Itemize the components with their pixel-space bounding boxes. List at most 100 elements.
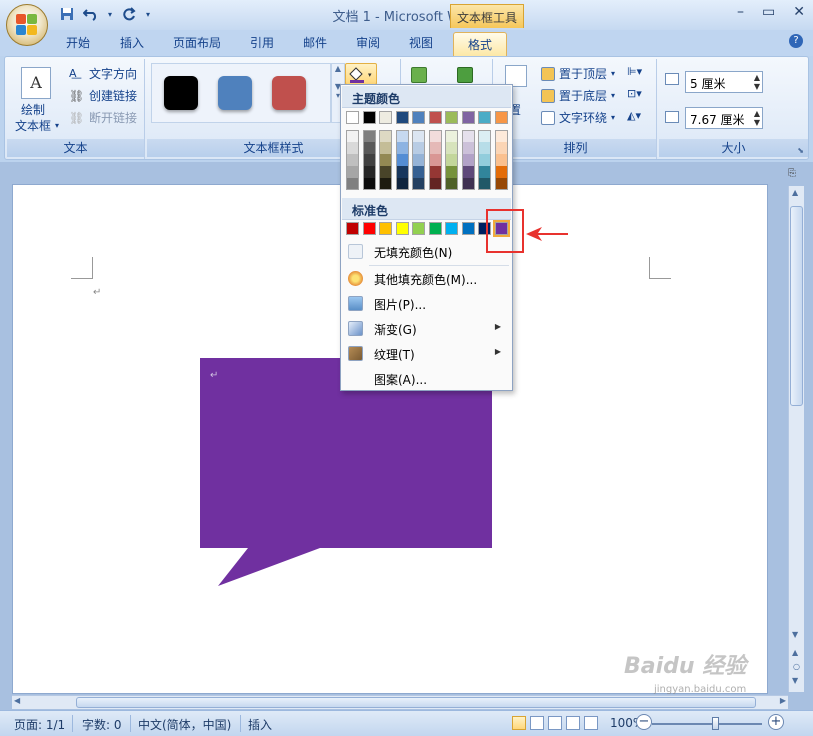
status-page[interactable]: 页面: 1/1	[14, 716, 65, 733]
theme-shade-swatch[interactable]	[478, 166, 491, 178]
customize-qat-icon[interactable]: ▾	[144, 6, 152, 22]
theme-shade-swatch[interactable]	[478, 142, 491, 154]
theme-color-swatch[interactable]	[412, 111, 425, 124]
scroll-down-icon[interactable]: ▼	[792, 630, 798, 639]
minimize-icon[interactable]: –	[737, 4, 744, 20]
horizontal-scroll-thumb[interactable]	[76, 697, 756, 708]
status-language[interactable]: 中文(简体，中国)	[138, 716, 231, 733]
save-icon[interactable]	[58, 6, 76, 22]
theme-shade-swatch[interactable]	[478, 178, 491, 190]
theme-color-swatch[interactable]	[428, 111, 442, 124]
scroll-left-icon[interactable]: ◀	[14, 696, 20, 705]
theme-shade-swatch[interactable]	[445, 130, 458, 142]
maximize-icon[interactable]: ▭	[762, 4, 775, 20]
theme-shade-swatch[interactable]	[428, 142, 442, 154]
create-link-button[interactable]: ⛓ 创建链接	[69, 87, 137, 104]
more-colors-item[interactable]: 其他填充颜色(M)...	[342, 266, 511, 291]
next-page-icon[interactable]: ▼	[792, 676, 798, 685]
draw-textbox-icon[interactable]: A	[21, 67, 51, 99]
theme-shade-swatch[interactable]	[478, 154, 491, 166]
theme-shade-swatch[interactable]	[346, 130, 359, 142]
close-icon[interactable]: ✕	[793, 4, 805, 20]
shadow-effects-icon[interactable]	[411, 67, 427, 83]
standard-color-swatch[interactable]	[395, 222, 409, 235]
pattern-item[interactable]: 图案(A)...	[342, 366, 511, 391]
theme-shade-swatch[interactable]	[412, 166, 425, 178]
tab-format[interactable]: 格式	[453, 32, 508, 56]
shape-fill-button[interactable]: ▾	[345, 63, 377, 85]
theme-shade-swatch[interactable]	[445, 154, 458, 166]
standard-color-swatch[interactable]	[362, 222, 376, 235]
theme-shade-swatch[interactable]	[428, 166, 442, 178]
send-to-back-button[interactable]: 置于底层 ▾	[541, 87, 615, 104]
undo-dropdown-icon[interactable]: ▾	[106, 6, 114, 22]
zoom-in-icon[interactable]: +	[768, 714, 784, 730]
theme-shade-swatch[interactable]	[445, 142, 458, 154]
scroll-right-icon[interactable]: ▶	[780, 696, 786, 705]
theme-shade-swatch[interactable]	[395, 154, 409, 166]
style-swatch-blue[interactable]	[218, 76, 252, 110]
theme-shade-swatch[interactable]	[412, 178, 425, 190]
theme-shade-swatch[interactable]	[461, 154, 475, 166]
theme-shade-swatch[interactable]	[346, 166, 359, 178]
theme-shade-swatch[interactable]	[494, 178, 508, 190]
standard-color-swatch[interactable]	[461, 222, 475, 235]
tab-page-layout[interactable]: 页面布局	[173, 34, 221, 51]
theme-color-swatch[interactable]	[362, 111, 376, 124]
theme-color-swatch[interactable]	[445, 111, 458, 124]
redo-icon[interactable]	[120, 6, 138, 22]
theme-shade-swatch[interactable]	[461, 130, 475, 142]
theme-color-swatch[interactable]	[461, 111, 475, 124]
standard-color-swatch[interactable]	[379, 222, 392, 235]
zoom-out-icon[interactable]: −	[636, 714, 652, 730]
group-objects-icon[interactable]: ⊡▾	[627, 87, 642, 100]
3d-effects-icon[interactable]	[457, 67, 473, 83]
scroll-up-icon[interactable]: ▲	[792, 188, 798, 197]
theme-shade-swatch[interactable]	[461, 142, 475, 154]
zoom-slider-thumb[interactable]	[712, 717, 719, 730]
theme-shade-swatch[interactable]	[395, 130, 409, 142]
theme-shade-swatch[interactable]	[362, 142, 376, 154]
theme-shade-swatch[interactable]	[395, 166, 409, 178]
tab-references[interactable]: 引用	[250, 34, 274, 51]
style-swatch-black[interactable]	[164, 76, 198, 110]
theme-shade-swatch[interactable]	[362, 166, 376, 178]
standard-color-swatch[interactable]	[445, 222, 458, 235]
theme-shade-swatch[interactable]	[461, 178, 475, 190]
theme-color-swatch[interactable]	[379, 111, 392, 124]
width-input[interactable]: 7.67 厘米 ▲ ▼	[685, 107, 763, 129]
theme-color-swatch[interactable]	[478, 111, 491, 124]
theme-shade-swatch[interactable]	[379, 166, 392, 178]
theme-shade-swatch[interactable]	[362, 178, 376, 190]
vertical-scroll-thumb[interactable]	[790, 206, 803, 406]
bring-to-front-button[interactable]: 置于顶层 ▾	[541, 65, 615, 82]
dialog-launcher-icon[interactable]: ⬊	[797, 146, 804, 155]
standard-color-swatch[interactable]	[428, 222, 442, 235]
align-icon[interactable]: ⊫▾	[627, 65, 642, 78]
theme-shade-swatch[interactable]	[362, 154, 376, 166]
theme-shade-swatch[interactable]	[412, 130, 425, 142]
theme-shade-swatch[interactable]	[478, 130, 491, 142]
theme-shade-swatch[interactable]	[379, 142, 392, 154]
undo-icon[interactable]	[82, 6, 100, 22]
theme-shade-swatch[interactable]	[346, 178, 359, 190]
text-direction-button[interactable]: A͟ 文字方向	[69, 65, 137, 82]
theme-shade-swatch[interactable]	[379, 130, 392, 142]
style-swatch-red[interactable]	[272, 76, 306, 110]
help-icon[interactable]: ?	[789, 34, 803, 48]
status-word-count[interactable]: 字数: 0	[82, 716, 122, 733]
tab-home[interactable]: 开始	[66, 34, 90, 51]
theme-color-swatch[interactable]	[395, 111, 409, 124]
theme-shade-swatch[interactable]	[395, 178, 409, 190]
theme-shade-swatch[interactable]	[428, 130, 442, 142]
outline-view-icon[interactable]	[566, 716, 580, 730]
browse-object-icon[interactable]: ○	[793, 662, 800, 671]
prev-page-icon[interactable]: ▲	[792, 648, 798, 657]
theme-shade-swatch[interactable]	[494, 166, 508, 178]
theme-shade-swatch[interactable]	[494, 130, 508, 142]
theme-shade-swatch[interactable]	[379, 154, 392, 166]
height-input[interactable]: 5 厘米 ▲ ▼	[685, 71, 763, 93]
standard-color-swatch[interactable]	[346, 222, 359, 235]
theme-shade-swatch[interactable]	[379, 178, 392, 190]
text-wrap-button[interactable]: 文字环绕 ▾	[541, 109, 615, 126]
